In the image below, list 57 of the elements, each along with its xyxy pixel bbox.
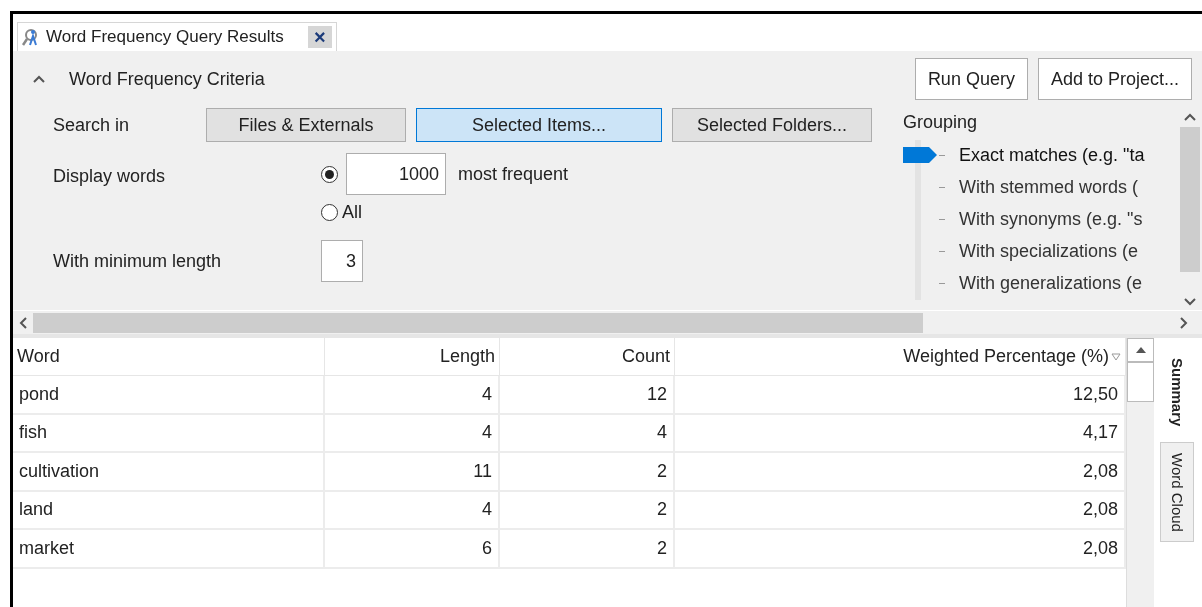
criteria-title: Word Frequency Criteria — [69, 67, 265, 91]
grouping-label: Grouping — [903, 111, 979, 134]
grouping-option[interactable]: With synonyms (e.g. "s — [959, 205, 1143, 233]
table-cell: 12 — [500, 376, 675, 413]
table-cell: market — [13, 530, 325, 567]
grouping-option[interactable]: With specializations (e — [959, 237, 1139, 265]
table-scrollbar[interactable] — [1126, 338, 1154, 607]
close-tab-button[interactable]: × — [307, 26, 332, 48]
search-in-label: Search in — [53, 113, 131, 137]
search-scope-button[interactable]: Files & Externals — [206, 108, 406, 142]
minimum-length-label: With minimum length — [53, 249, 223, 273]
slider-thumb[interactable] — [903, 147, 937, 163]
action-button[interactable]: Run Query — [914, 58, 1028, 100]
table-cell: pond — [13, 376, 325, 413]
column-header[interactable]: Length — [325, 338, 500, 375]
radio-button[interactable] — [321, 165, 338, 183]
radio-button[interactable] — [321, 204, 338, 221]
table-cell: 11 — [325, 453, 500, 490]
scrollbar-thumb[interactable] — [33, 312, 923, 333]
table-cell: 4 — [500, 414, 675, 451]
scroll-up-icon — [1135, 347, 1146, 353]
table-cell: 2 — [500, 453, 675, 490]
table-cell: land — [13, 491, 325, 528]
table-cell: 2 — [500, 530, 675, 567]
display-words-label: Display words — [53, 165, 167, 188]
table-cell: 6 — [325, 530, 500, 567]
chevron-icon — [32, 74, 46, 84]
side-tab[interactable]: Word Cloud — [1160, 442, 1194, 542]
scroll-left-icon — [19, 316, 27, 329]
table-cell: 4 — [325, 376, 500, 413]
scroll-right-icon — [1180, 316, 1188, 329]
column-header[interactable]: Word — [13, 338, 325, 375]
grouping-slider-track[interactable] — [903, 140, 937, 300]
scroll-up-button[interactable] — [1127, 338, 1154, 362]
table-cell: cultivation — [13, 453, 325, 490]
word-count-field[interactable]: 1000 — [346, 153, 446, 195]
table-cell: 4 — [325, 491, 500, 528]
scrollbar-thumb[interactable] — [1180, 127, 1200, 272]
tab-title: Word Frequency Query Results — [46, 26, 284, 49]
grouping-option[interactable]: With stemmed words ( — [959, 173, 1139, 201]
table-cell: fish — [13, 414, 325, 451]
most-frequent-label: most frequent — [458, 162, 569, 186]
scroll-up-icon — [1184, 113, 1196, 121]
all-label: All — [342, 201, 362, 224]
action-button[interactable]: Add to Project... — [1037, 58, 1192, 100]
scroll-down-icon — [1184, 298, 1196, 306]
search-scope-button[interactable]: Selected Items... — [416, 108, 662, 142]
scrollbar-thumb[interactable] — [1127, 362, 1154, 402]
query-results-tab[interactable]: Word Frequency Query Results × — [17, 22, 337, 51]
table-cell: 2 — [500, 491, 675, 528]
column-header[interactable]: Count — [500, 338, 675, 375]
minimum-length-field[interactable]: 3 — [321, 240, 363, 282]
grouping-option[interactable]: Exact matches (e.g. "ta — [959, 141, 1145, 169]
search-scope-button[interactable]: Selected Folders... — [672, 108, 872, 142]
table-cell: 4 — [325, 414, 500, 451]
grouping-option[interactable]: With generalizations (e — [959, 269, 1143, 297]
horizontal-scrollbar[interactable] — [13, 310, 1202, 334]
